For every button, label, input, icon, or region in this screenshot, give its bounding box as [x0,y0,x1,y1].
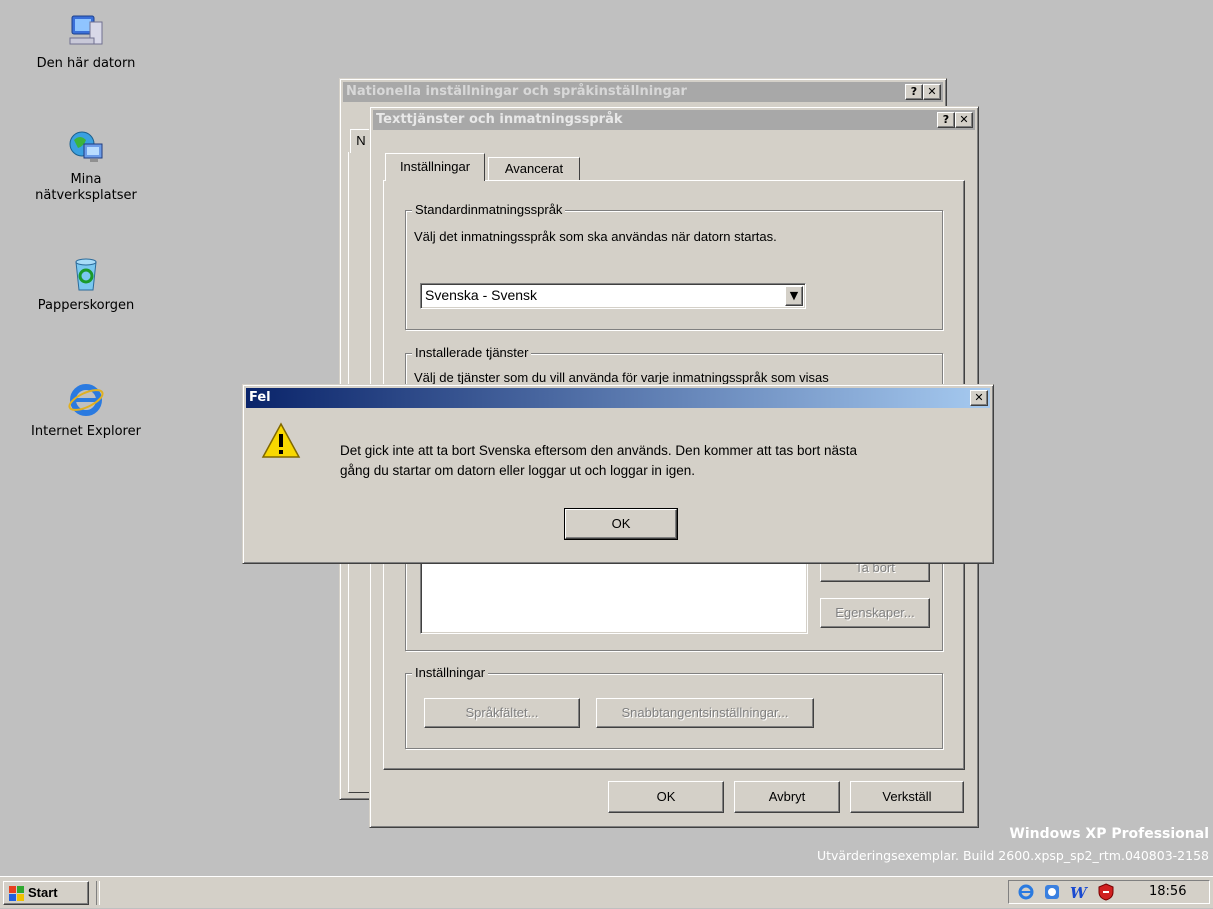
error-message-line-1: Det gick inte att ta bort Svenska efters… [340,443,858,458]
desktop-icon-label: Mina nätverksplatser [35,172,137,203]
taskbar: Start W 18:56 [0,876,1213,908]
tab-avancerat[interactable]: Avancerat [488,157,580,181]
help-button[interactable]: ? [937,112,955,128]
default-language-description: Välj det inmatningsspråk som ska använda… [414,229,777,244]
group-label: Standardinmatningsspråk [412,202,566,217]
group-label: Inställningar [412,665,489,680]
recycle-bin-icon [66,254,106,294]
build-watermark: Utvärderingsexemplar. Build 2600.xpsp_sp… [816,848,1209,863]
network-places-icon [66,128,106,168]
close-button[interactable]: ✕ [923,84,941,100]
group-label: Installerade tjänster [412,345,532,360]
default-language-dropdown[interactable]: Svenska - Svensk ▼ [420,283,806,309]
taskbar-separator [96,881,100,905]
my-computer-icon [66,12,106,52]
dropdown-value: Svenska - Svensk [425,287,538,303]
properties-button[interactable]: Egenskaper... [820,598,930,628]
desktop-icon-label: Papperskorgen [37,298,135,313]
window-title: Texttjänster och inmatningsspråk [376,112,623,127]
close-button[interactable]: ✕ [955,112,973,128]
hotkey-settings-button[interactable]: Snabbtangentsinställningar... [596,698,814,728]
system-tray: W 18:56 [1008,880,1210,904]
svg-text:W: W [1070,884,1089,901]
settings-group: Inställningar Språkfältet... Snabbtangen… [405,665,943,749]
help-button[interactable]: ? [905,84,923,100]
cancel-button[interactable]: Avbryt [734,781,840,813]
word-tray-icon[interactable]: W [1069,883,1089,902]
error-ok-button[interactable]: OK [564,508,678,540]
windows-logo-icon [9,886,25,902]
ok-button[interactable]: OK [608,781,724,813]
error-dialog: Fel ✕ Det gick inte att ta bort Svenska … [242,384,994,564]
error-message-line-2: gång du startar om datorn eller loggar u… [340,463,695,478]
chevron-down-icon[interactable]: ▼ [785,286,803,306]
default-language-group: Standardinmatningsspråk Välj det inmatni… [405,202,943,330]
language-bar-button[interactable]: Språkfältet... [424,698,580,728]
dialog-title: Fel [249,390,271,405]
window-title: Nationella inställningar och språkinstäl… [346,84,687,99]
desktop-icon-label: Internet Explorer [31,424,141,439]
text-services-titlebar[interactable]: Texttjänster och inmatningsspråk ? ✕ [373,110,975,130]
desktop-icon-my-computer[interactable]: Den här datorn [16,12,156,72]
tab-installningar[interactable]: Inställningar [385,153,485,181]
start-button[interactable]: Start [3,881,89,905]
apply-button[interactable]: Verkställ [850,781,964,813]
desktop-icon-internet-explorer[interactable]: Internet Explorer [16,380,156,440]
internet-explorer-tray-icon[interactable] [1017,883,1035,901]
clock[interactable]: 18:56 [1149,884,1186,899]
installed-services-description: Välj de tjänster som du vill använda för… [414,370,829,385]
os-edition-watermark: Windows XP Professional [1009,826,1209,842]
start-label: Start [28,885,58,900]
close-button[interactable]: ✕ [970,390,988,406]
error-dialog-titlebar[interactable]: Fel ✕ [246,388,990,408]
desktop-icon-network-places[interactable]: Mina nätverksplatser [16,128,156,204]
desktop-icon-label: Den här datorn [36,56,136,71]
warning-icon [261,421,301,461]
security-shield-icon[interactable] [1097,883,1115,901]
desktop-icon-recycle-bin[interactable]: Papperskorgen [16,254,156,314]
media-tray-icon[interactable] [1043,883,1061,901]
regional-settings-titlebar[interactable]: Nationella inställningar och språkinstäl… [343,82,943,102]
internet-explorer-icon [66,380,106,420]
